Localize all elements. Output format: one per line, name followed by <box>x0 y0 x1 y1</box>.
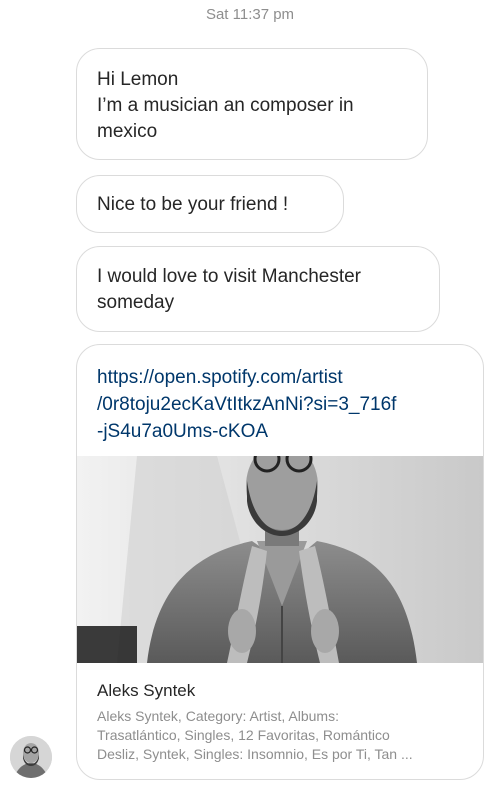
avatar[interactable] <box>10 736 52 778</box>
message-text: I would love to visit Manchester <box>97 266 362 287</box>
message-text: I’m a musician an composer in <box>97 95 354 116</box>
message-text: Nice to be your friend ! <box>97 194 289 215</box>
message-bubble[interactable]: Nice to be your friend ! <box>76 175 344 233</box>
message-bubble[interactable]: I would love to visit Manchester someday <box>76 246 440 332</box>
link-preview-description: Aleks Syntek, Category: Artist, Albums: … <box>97 707 467 764</box>
timestamp: Sat 11:37 pm <box>205 6 295 23</box>
artist-photo <box>77 456 483 663</box>
link-url-line[interactable]: /0r8toju2ecKaVtItkzAnNi?si=3_716f <box>97 391 396 418</box>
link-preview-card[interactable]: https://open.spotify.com/artist /0r8toju… <box>76 344 484 780</box>
message-text: mexico <box>97 121 158 142</box>
message-bubble[interactable]: Hi Lemon I’m a musician an composer in m… <box>76 48 428 160</box>
link-url-line[interactable]: https://open.spotify.com/artist <box>97 364 396 391</box>
description-line: Desliz, Syntek, Singles: Insomnio, Es po… <box>97 746 413 762</box>
link-url-line[interactable]: -jS4u7a0Ums-cKOA <box>97 418 396 445</box>
link-url[interactable]: https://open.spotify.com/artist /0r8toju… <box>97 364 396 445</box>
message-text: someday <box>97 292 175 313</box>
link-preview-image[interactable] <box>77 456 483 663</box>
message-text: Hi Lemon <box>97 69 179 90</box>
description-line: Aleks Syntek, Category: Artist, Albums: <box>97 708 339 724</box>
link-preview-title: Aleks Syntek <box>97 681 196 700</box>
description-line: Trasatlántico, Singles, 12 Favoritas, Ro… <box>97 727 390 743</box>
avatar-icon <box>10 736 52 778</box>
